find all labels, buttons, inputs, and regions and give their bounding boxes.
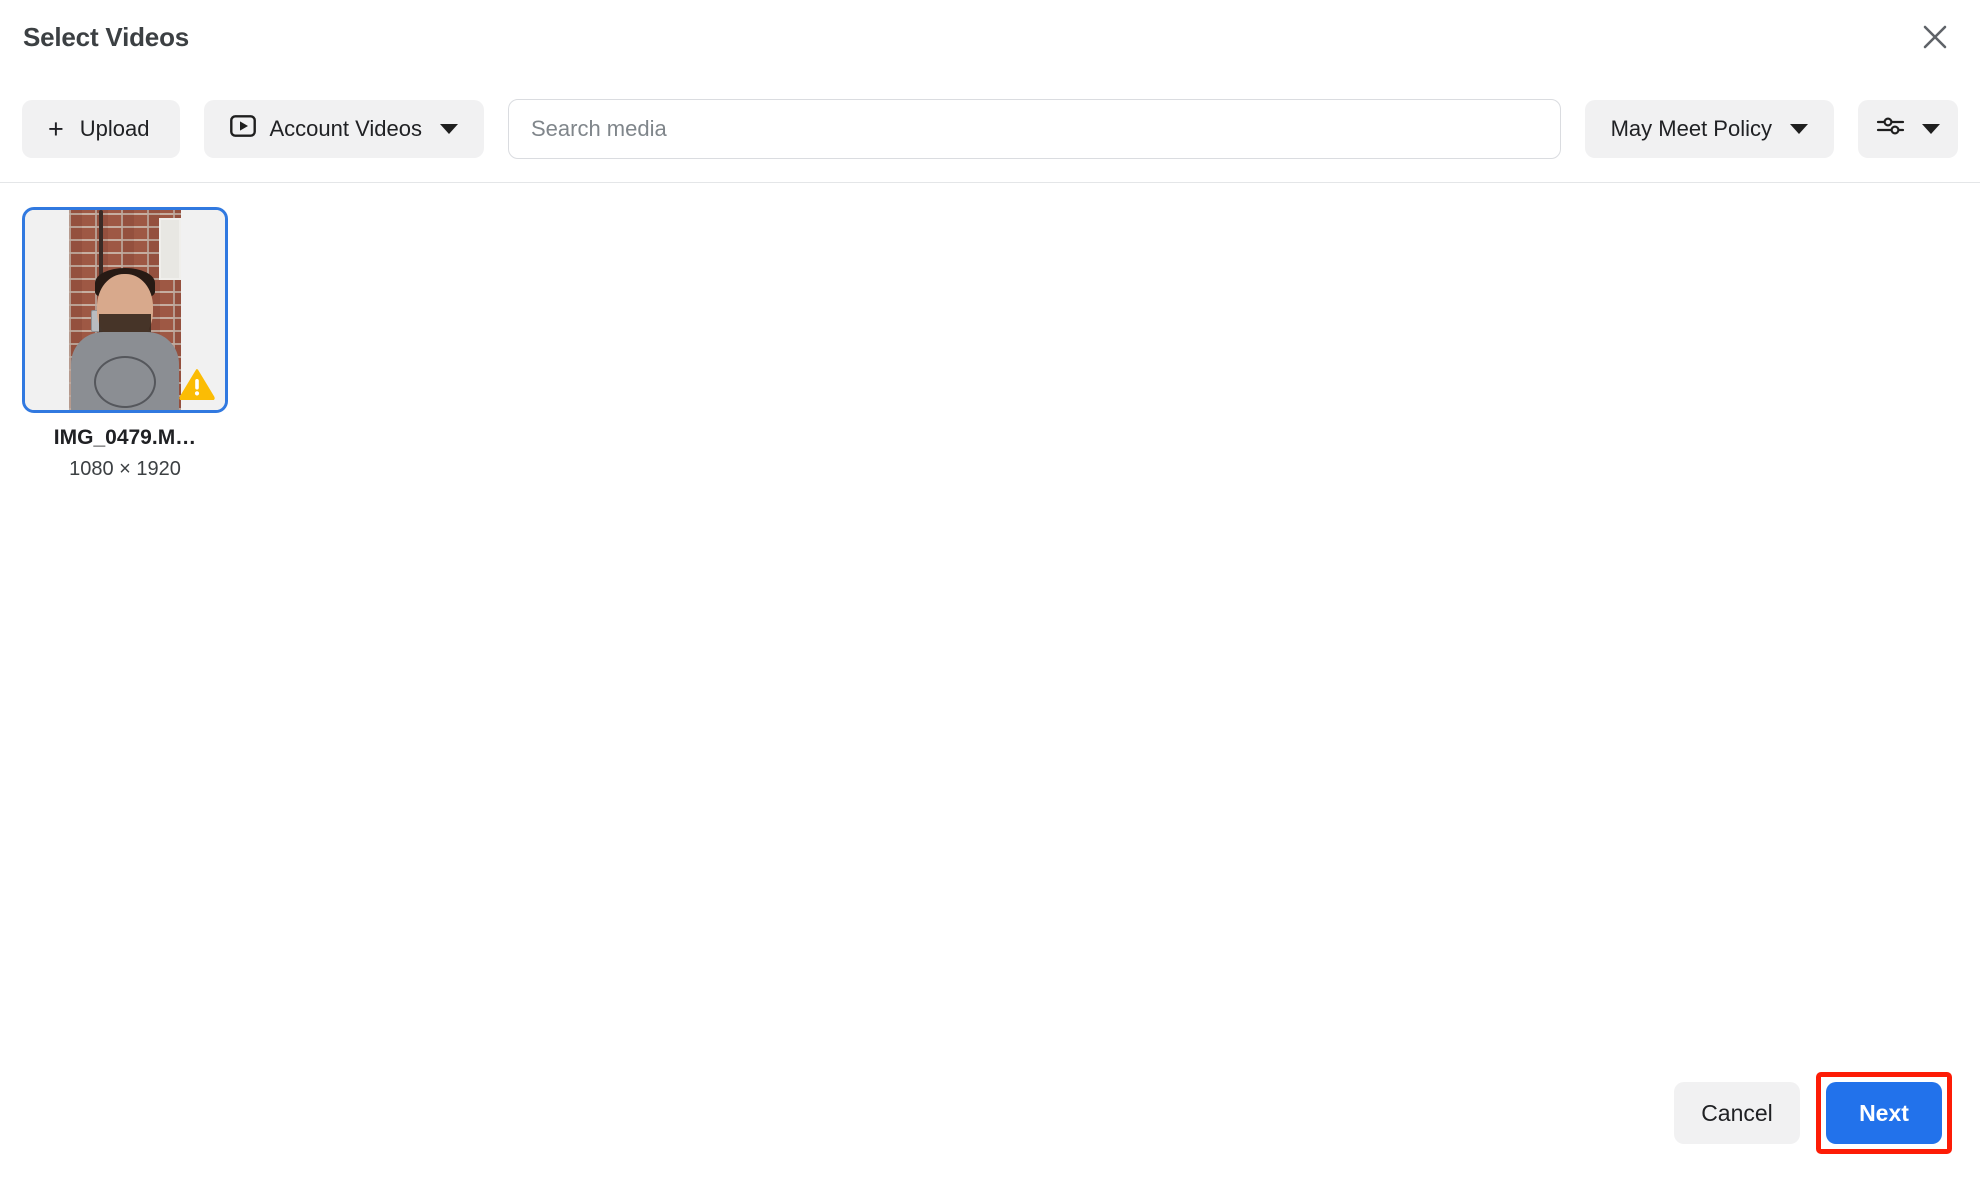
dialog-header: Select Videos [0, 0, 1980, 76]
media-toolbar: + Upload Account Videos May Meet Policy [0, 76, 1980, 182]
close-button[interactable] [1912, 14, 1958, 60]
video-frame-preview [69, 210, 181, 410]
media-thumbnail-card[interactable] [22, 207, 228, 413]
upload-button[interactable]: + Upload [22, 100, 180, 158]
next-button-highlight: Next [1816, 1072, 1952, 1154]
select-videos-dialog: Select Videos + Upload Account Videos [0, 0, 1980, 1182]
filter-settings-button[interactable] [1858, 100, 1958, 158]
video-play-icon [230, 115, 256, 143]
upload-button-label: Upload [80, 116, 150, 142]
chevron-down-icon [1790, 124, 1808, 134]
dialog-footer: Cancel Next [0, 1062, 1980, 1182]
close-icon [1922, 24, 1948, 50]
media-browser: IMG_0479.M… 1080 × 1920 [0, 183, 1980, 1062]
window-detail [159, 218, 181, 280]
media-grid: IMG_0479.M… 1080 × 1920 [22, 207, 1958, 481]
sliders-icon [1876, 114, 1906, 144]
plus-icon: + [48, 116, 64, 143]
account-videos-dropdown[interactable]: Account Videos [204, 100, 484, 158]
media-item-dimensions: 1080 × 1920 [69, 458, 181, 481]
next-button[interactable]: Next [1826, 1082, 1942, 1144]
page-title: Select Videos [23, 22, 189, 53]
search-input[interactable] [508, 99, 1561, 159]
media-item[interactable]: IMG_0479.M… 1080 × 1920 [22, 207, 228, 481]
warning-triangle-icon [179, 368, 215, 400]
chevron-down-icon [440, 124, 458, 134]
policy-dropdown[interactable]: May Meet Policy [1585, 100, 1834, 158]
policy-label: May Meet Policy [1611, 116, 1772, 142]
cancel-button[interactable]: Cancel [1674, 1082, 1800, 1144]
search-field-wrapper [508, 99, 1561, 159]
media-item-name: IMG_0479.M… [54, 426, 196, 450]
shirt-logo [94, 356, 156, 408]
chevron-down-icon [1922, 124, 1940, 134]
account-videos-label: Account Videos [270, 116, 422, 142]
